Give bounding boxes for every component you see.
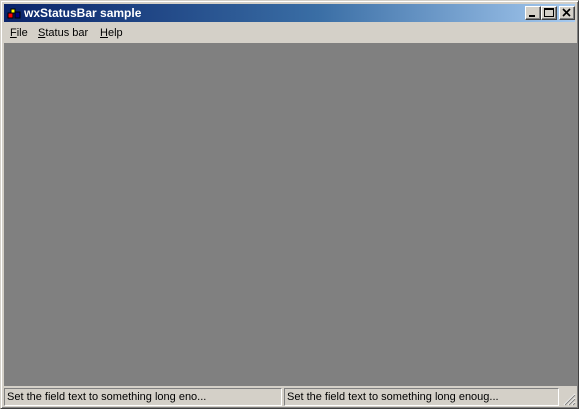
menu-status-bar-rest: tatus bar: [45, 27, 89, 39]
main-window: wxStatusBar sample File Status bar Help …: [0, 0, 579, 409]
app-icon: [7, 8, 21, 19]
window-title: wxStatusBar sample: [24, 6, 142, 20]
maximize-button[interactable]: [541, 6, 557, 20]
client-area[interactable]: [4, 43, 577, 386]
menu-help[interactable]: Help: [100, 26, 123, 40]
menu-help-mnemonic: H: [100, 27, 108, 39]
status-bar: Set the field text to something long eno…: [4, 386, 577, 407]
minimize-button[interactable]: [525, 6, 541, 20]
menu-help-rest: elp: [107, 27, 123, 39]
status-field-1: Set the field text to something long eno…: [4, 388, 282, 406]
close-icon: [562, 8, 571, 17]
menu-file-rest: ile: [16, 27, 28, 39]
status-field-2: Set the field text to something long eno…: [284, 388, 559, 406]
menu-file-mnemonic: F: [10, 27, 17, 39]
close-button[interactable]: [559, 6, 575, 20]
title-bar[interactable]: wxStatusBar sample: [4, 4, 575, 22]
maximize-icon: [544, 8, 554, 17]
size-grip-icon[interactable]: [562, 392, 576, 406]
minimize-icon: [529, 15, 535, 17]
menu-file[interactable]: File: [10, 26, 28, 40]
menu-bar: File Status bar Help: [4, 23, 575, 42]
menu-status-bar[interactable]: Status bar: [38, 26, 88, 40]
